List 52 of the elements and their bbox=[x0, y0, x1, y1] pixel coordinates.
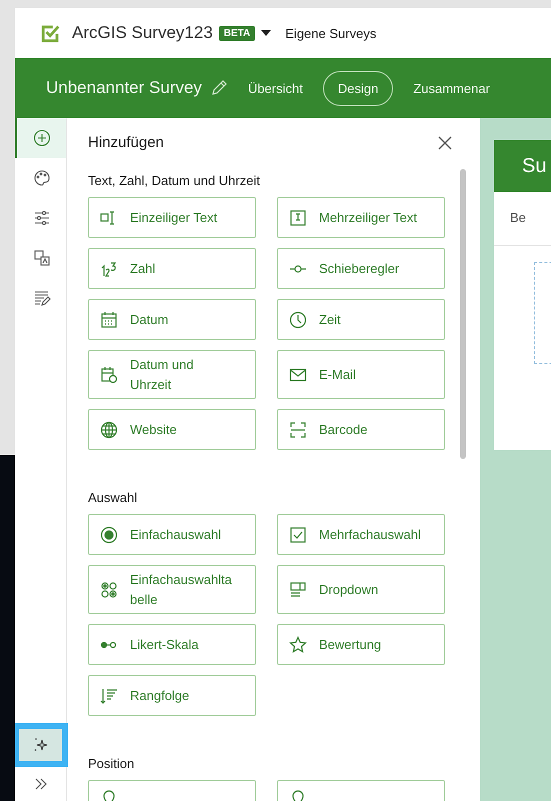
star-icon bbox=[289, 636, 307, 654]
caret-icon[interactable] bbox=[261, 30, 272, 36]
app-title: ArcGIS Survey123 bbox=[72, 23, 213, 43]
question-type-button[interactable]: Bewertung bbox=[277, 624, 445, 665]
sliders-icon bbox=[32, 209, 50, 227]
nav-tab[interactable]: Design bbox=[322, 70, 394, 106]
question-type-button[interactable]: Barcode bbox=[277, 409, 445, 450]
question-type-button[interactable]: Zeit bbox=[277, 299, 445, 340]
question-type-button[interactable]: Website bbox=[88, 409, 256, 450]
section-heading: Position bbox=[88, 756, 136, 771]
panel-title: Hinzufügen bbox=[88, 134, 164, 151]
question-type-button[interactable]: Einfachauswahl bbox=[88, 514, 256, 555]
globe-icon bbox=[100, 420, 118, 438]
edit-icon bbox=[32, 289, 50, 307]
section-heading: Text, Zahl, Datum und Uhrzeit bbox=[88, 173, 261, 188]
rank-icon bbox=[100, 686, 118, 704]
number-icon bbox=[100, 260, 118, 278]
nav-tab[interactable]: Übersicht bbox=[232, 70, 318, 106]
radio-icon bbox=[100, 526, 118, 544]
time-icon bbox=[289, 310, 307, 328]
beta-badge: BETA bbox=[218, 26, 256, 40]
add-tool-button[interactable] bbox=[15, 118, 66, 158]
palette-icon bbox=[32, 169, 50, 187]
question-type-button[interactable]: Schieberegler bbox=[277, 248, 445, 289]
plus-icon bbox=[32, 129, 50, 147]
translate-icon bbox=[32, 249, 50, 267]
pencil-icon[interactable] bbox=[210, 79, 228, 97]
barcode-icon bbox=[289, 420, 307, 438]
section-heading: Auswahl bbox=[88, 490, 138, 505]
question-type-button[interactable]: Einzeiliger Text bbox=[88, 197, 256, 238]
grid-icon bbox=[100, 580, 118, 598]
survey-title: Unbenannter Survey bbox=[46, 78, 202, 98]
question-type-button[interactable]: Datum und Uhrzeit bbox=[88, 350, 256, 399]
question-type-button[interactable]: Datum bbox=[88, 299, 256, 340]
close-icon[interactable] bbox=[438, 136, 452, 150]
multiline-icon bbox=[289, 208, 307, 226]
survey-header: Su bbox=[494, 140, 551, 192]
datetime-icon bbox=[100, 366, 118, 384]
checkbox-icon bbox=[289, 526, 307, 544]
date-icon bbox=[100, 310, 118, 328]
question-type-button[interactable]: Einfachauswahltabelle bbox=[88, 565, 256, 614]
question-type-button[interactable]: Likert-Skala bbox=[88, 624, 256, 665]
nav-tab[interactable]: Zusammenar bbox=[398, 70, 505, 106]
sparkle-icon bbox=[32, 737, 48, 753]
question-type-button[interactable]: Dropdown bbox=[277, 565, 445, 614]
question-type-button[interactable]: Mehrzeiliger Text bbox=[277, 197, 445, 238]
dropdown-icon bbox=[289, 580, 307, 598]
my-surveys-link[interactable]: Eigene Surveys bbox=[285, 26, 376, 40]
question-type-button[interactable]: E-Mail bbox=[277, 350, 445, 399]
question-type-button[interactable]: Mehrfachauswahl bbox=[277, 514, 445, 555]
question-type-button[interactable]: Rangfolge bbox=[88, 675, 256, 716]
question-type-button[interactable]: Zahl bbox=[88, 248, 256, 289]
